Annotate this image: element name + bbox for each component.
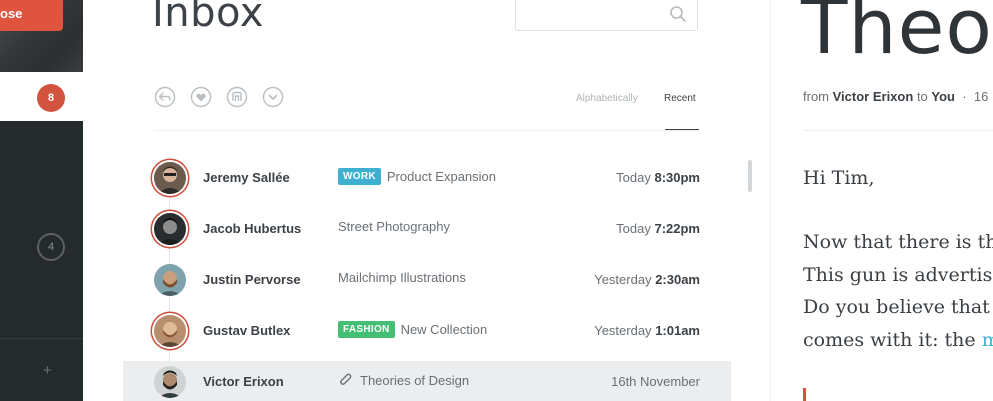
message-row[interactable]: Justin Pervorse Mailchimp Illustrations … (123, 259, 731, 303)
message-time: Today 8:30pm (616, 170, 700, 185)
message-meta: from Victor Erixon to You · 16 (803, 89, 989, 104)
message-row[interactable]: Jeremy Sallée WORK Product Expansion Tod… (123, 157, 731, 201)
from-sender[interactable]: Victor Erixon (833, 89, 914, 104)
sidebar: ose 8 4 + (0, 0, 83, 401)
heart-icon[interactable] (190, 86, 212, 108)
message-subject: Mailchimp Illustrations (338, 270, 466, 285)
sort-recent[interactable]: Recent (664, 93, 696, 104)
message-row-selected[interactable]: Victor Erixon Theories of Design 16th No… (123, 361, 731, 401)
sender-name: Gustav Butlex (203, 323, 291, 338)
message-time: Yesterday 2:30am (594, 272, 700, 287)
reply-icon[interactable] (154, 86, 176, 108)
archive-icon[interactable] (226, 86, 248, 108)
list-scrollbar[interactable] (748, 160, 752, 192)
sender-name: Justin Pervorse (203, 272, 301, 287)
page-title: Inbox (152, 0, 264, 36)
attachment-icon (340, 373, 352, 385)
avatar (154, 162, 186, 194)
message-subject: New Collection (400, 322, 488, 337)
sidebar-divider (0, 338, 83, 339)
add-icon[interactable]: + (43, 362, 52, 379)
avatar (154, 213, 186, 245)
message-toolbar (154, 86, 284, 108)
avatar (154, 366, 186, 398)
message-subject: Product Expansion (386, 169, 496, 184)
avatar (154, 264, 186, 296)
to-recipient[interactable]: You (931, 89, 955, 104)
message-greeting: Hi Tim, (803, 167, 875, 189)
message-title: Theo (801, 0, 993, 71)
avatar (154, 315, 186, 347)
sender-name: Jacob Hubertus (203, 221, 302, 236)
compose-button[interactable]: ose (0, 0, 63, 31)
message-link[interactable]: m (982, 329, 993, 351)
message-time: Today 7:22pm (616, 221, 700, 236)
message-subject: Street Photography (338, 219, 451, 234)
list-divider (154, 130, 699, 131)
search-icon[interactable] (669, 5, 687, 23)
meta-divider (803, 130, 993, 131)
sort-alphabetically[interactable]: Alphabetically (576, 93, 638, 104)
message-subject: Theories of Design (360, 372, 470, 388)
message-row[interactable]: Jacob Hubertus Street Photography Today … (123, 208, 731, 252)
message-time: 16th November (611, 374, 700, 389)
chevron-down-icon[interactable] (262, 86, 284, 108)
message-body: Now that there is the This gun is advert… (803, 226, 993, 356)
sender-name: Jeremy Sallée (203, 170, 290, 185)
message-time: Yesterday 1:01am (594, 323, 700, 338)
message-row[interactable]: Gustav Butlex FASHION New Collection Yes… (123, 310, 731, 354)
pane-divider (770, 0, 771, 401)
fashion-tag[interactable]: FASHION (338, 321, 395, 338)
search-input[interactable] (515, 0, 698, 31)
sidebar-count-badge[interactable]: 4 (37, 233, 65, 261)
sender-name: Victor Erixon (203, 374, 284, 389)
quote-bar (803, 388, 806, 401)
work-tag[interactable]: WORK (338, 168, 381, 185)
unread-count-badge: 8 (37, 84, 65, 112)
